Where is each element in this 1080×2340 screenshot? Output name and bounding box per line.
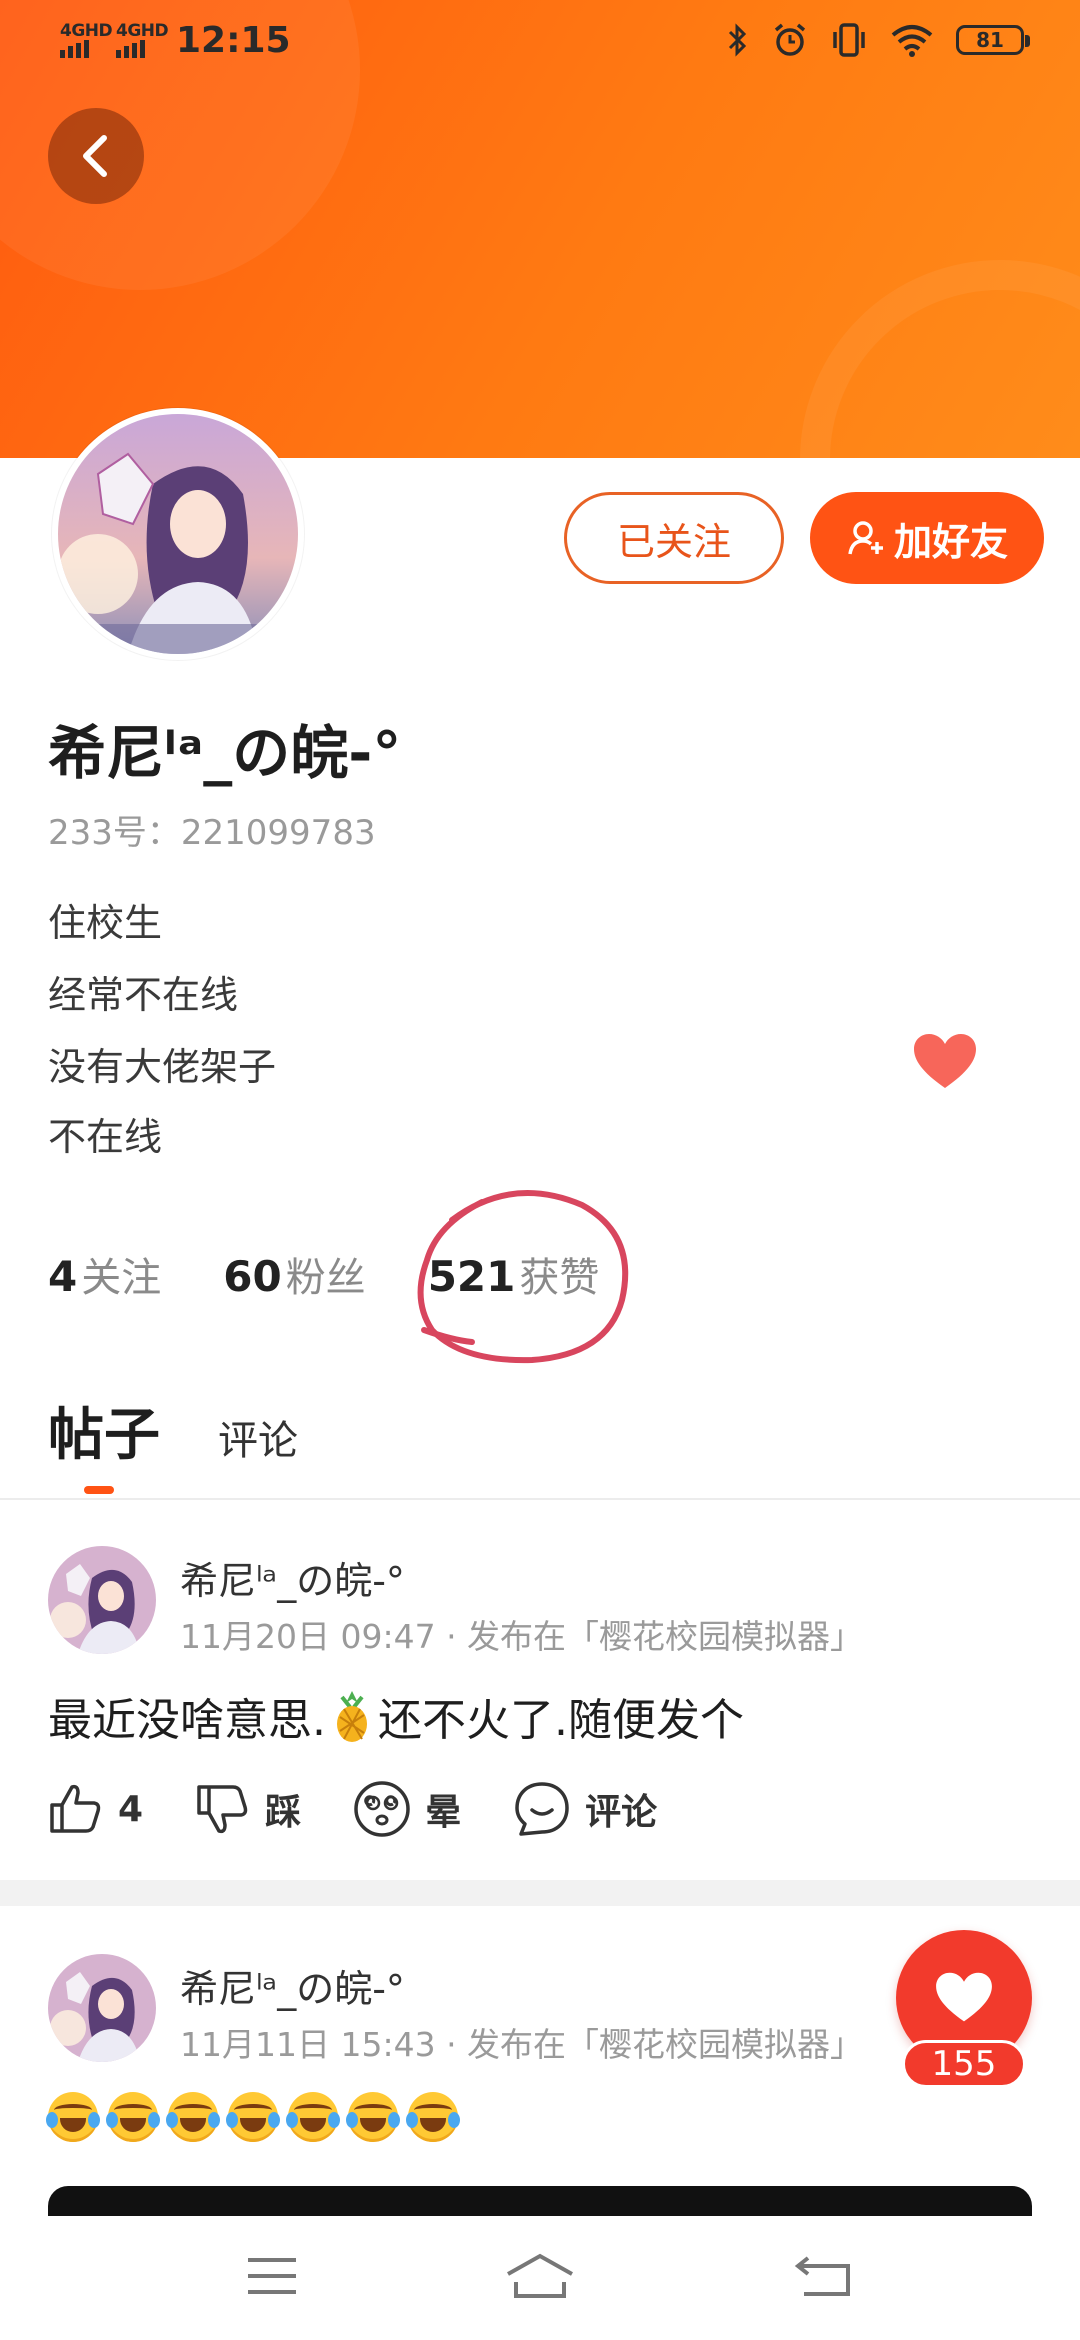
- signal-indicator-1: 4GHD: [60, 22, 113, 62]
- post-author-name[interactable]: 希尼ˡᵃ_の皖-°: [180, 1550, 405, 1605]
- status-bar: 4GHD 4GHD 12:15 81: [0, 0, 1080, 86]
- like-count-badge: 155: [902, 2040, 1026, 2088]
- like-button[interactable]: 4: [48, 1783, 143, 1835]
- bio-line: 没有大佬架子: [48, 1045, 277, 1089]
- hand-drawn-circle-annotation: [417, 1190, 629, 1364]
- signal-indicator-2: 4GHD: [116, 22, 169, 62]
- vibrate-icon: [833, 23, 865, 57]
- clock: 12:15: [176, 20, 291, 61]
- profile-tabs: 帖子 评论: [48, 1390, 298, 1471]
- post-body[interactable]: 最近没啥意思. 还不火了.随便发个: [48, 1684, 744, 1748]
- battery-indicator: 81: [956, 25, 1030, 55]
- return-button[interactable]: [784, 2246, 864, 2306]
- add-user-icon: [848, 521, 883, 555]
- heart-icon[interactable]: [912, 1032, 978, 1092]
- post-meta: 11月20日 09:47 · 发布在「樱花校园模拟器」: [180, 1617, 864, 1656]
- bluetooth-icon: [728, 23, 747, 57]
- return-icon: [794, 2256, 850, 2296]
- laughing-emoji-icon: [106, 2092, 160, 2142]
- laughing-emoji-icon: [346, 2092, 400, 2142]
- post-author-name[interactable]: 希尼ˡᵃ_の皖-°: [180, 1958, 405, 2013]
- active-tab-indicator: [84, 1486, 114, 1494]
- followed-button[interactable]: 已关注: [564, 492, 784, 584]
- post-author-avatar[interactable]: [48, 1546, 156, 1654]
- pineapple-icon: [337, 1691, 367, 1742]
- post-meta: 11月11日 15:43 · 发布在「樱花校园模拟器」: [180, 2025, 864, 2064]
- signal-bars-icon: [60, 40, 89, 58]
- stat-followers[interactable]: 60 粉丝: [223, 1245, 365, 1303]
- bio-line: 住校生: [48, 901, 163, 945]
- bio-line: 不在线: [48, 1115, 163, 1159]
- heart-icon: [936, 1972, 992, 2022]
- tab-comments[interactable]: 评论: [218, 1408, 298, 1466]
- avatar-illustration: [48, 1954, 156, 2062]
- dislike-button[interactable]: 踩: [195, 1783, 301, 1835]
- laughing-emoji-icon: [286, 2092, 340, 2142]
- post-emoji-row[interactable]: [46, 2092, 460, 2142]
- profile-avatar[interactable]: [52, 408, 304, 660]
- home-button[interactable]: [500, 2246, 580, 2306]
- divider: [0, 1498, 1080, 1500]
- dizzy-button[interactable]: 晕: [353, 1780, 461, 1838]
- dizzy-face-icon: [354, 1781, 410, 1837]
- post-actions: 4 踩 晕 评论: [48, 1780, 709, 1838]
- post-author-avatar[interactable]: [48, 1954, 156, 2062]
- back-button[interactable]: [48, 108, 144, 204]
- avatar-illustration: [58, 414, 298, 654]
- post-text: 最近没啥意思.: [48, 1695, 326, 1746]
- laughing-emoji-icon: [406, 2092, 460, 2142]
- thumb-up-icon: [50, 1784, 101, 1833]
- profile-username: 希尼ˡᵃ_の皖-°: [48, 719, 402, 787]
- menu-icon: [248, 2258, 296, 2294]
- comment-button[interactable]: 评论: [513, 1780, 657, 1838]
- system-nav-bar: [0, 2216, 1080, 2340]
- add-friend-button[interactable]: 加好友: [810, 492, 1044, 584]
- bio-line: 经常不在线: [48, 973, 239, 1017]
- add-friend-label: 加好友: [893, 519, 1008, 564]
- laughing-emoji-icon: [46, 2092, 100, 2142]
- laughing-emoji-icon: [226, 2092, 280, 2142]
- section-separator: [0, 1880, 1080, 1906]
- tab-posts[interactable]: 帖子: [48, 1390, 160, 1471]
- menu-button[interactable]: [232, 2246, 312, 2306]
- back-arrow-icon: [83, 135, 107, 177]
- comment-bubble-icon: [515, 1782, 569, 1836]
- wifi-icon: [891, 25, 933, 57]
- avatar-illustration: [48, 1546, 156, 1654]
- stat-following[interactable]: 4 关注: [48, 1245, 161, 1303]
- alarm-icon: [774, 23, 806, 56]
- profile-id: 233号：221099783: [48, 813, 376, 853]
- signal-bars-icon: [116, 40, 145, 58]
- thumb-down-icon: [197, 1785, 248, 1834]
- post-text: 还不火了.随便发个: [378, 1695, 744, 1746]
- home-icon: [507, 2253, 573, 2298]
- laughing-emoji-icon: [166, 2092, 220, 2142]
